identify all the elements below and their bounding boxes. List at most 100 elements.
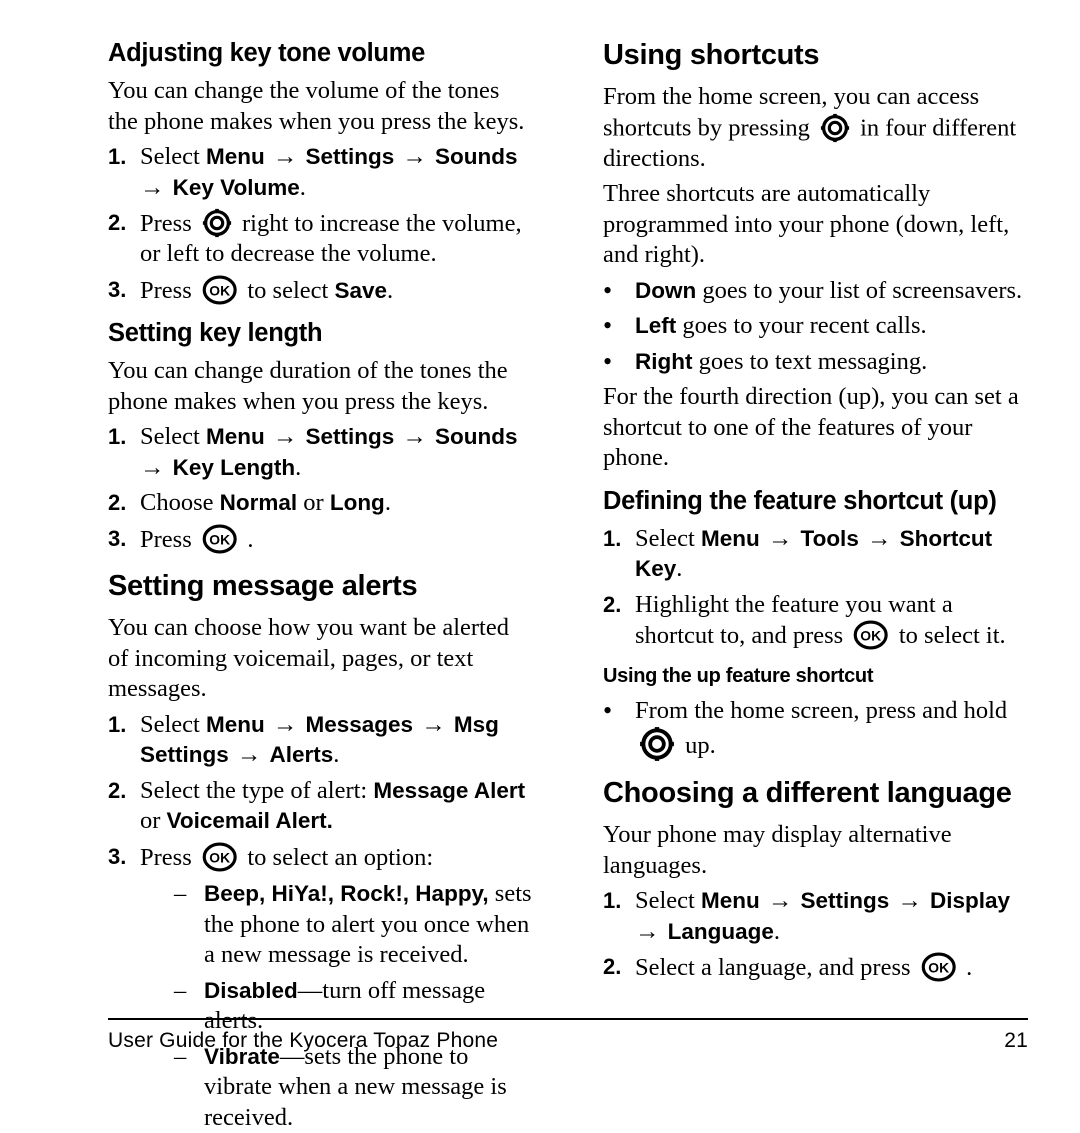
list-marker: 3. <box>108 525 127 551</box>
list-item: 2. Select a language, and press OK . <box>603 952 1028 984</box>
list-item-text: Press right to increase the volume, or l… <box>140 208 522 267</box>
list-item: 2. Choose Normal or Long. <box>108 488 533 519</box>
ok-key-icon: OK <box>853 620 889 650</box>
svg-text:OK: OK <box>928 960 949 976</box>
text-run: . <box>384 489 391 517</box>
emphasized-term: Sounds <box>435 144 518 169</box>
text-run: or <box>297 489 330 517</box>
list-marker: 2. <box>108 210 127 235</box>
list-item: 1. Select Menu → Settings → Display → Lan… <box>603 886 1028 947</box>
paragraph-adjusting-key-tone-volume-intro: You can change the volume of the tones t… <box>108 77 525 135</box>
text-run: . <box>676 555 683 582</box>
arrow-separator: → <box>230 741 268 769</box>
steps-setting-key-length: 1. Select Menu → Settings → Sounds → Key … <box>108 422 533 555</box>
text-run: . <box>387 276 394 304</box>
text-run: goes to your list of screensavers. <box>696 276 1023 304</box>
navigation-key-icon <box>639 726 675 762</box>
emphasized-term: Long <box>329 490 385 516</box>
arrow-separator: → <box>761 887 799 915</box>
footer-page-number: 21 <box>1004 1029 1028 1052</box>
list-marker: 2. <box>108 777 127 803</box>
arrow-separator: → <box>396 423 434 451</box>
text-run: Select a language, and press <box>635 954 917 982</box>
emphasized-term: Tools <box>800 525 859 551</box>
text-run: Select <box>635 887 701 915</box>
text-run: up. <box>679 732 716 760</box>
text-run: Select <box>140 710 206 738</box>
arrow-separator: → <box>860 524 898 552</box>
emphasized-term: Menu <box>701 525 760 551</box>
list-marker: 1. <box>108 424 127 450</box>
list-item-text: Select Menu → Settings → Sounds → Key Vo… <box>140 143 520 201</box>
arrow-separator: → <box>891 887 929 915</box>
emphasized-term: Messages <box>305 711 414 737</box>
heading-using-shortcuts: Using shortcuts <box>603 39 820 71</box>
two-column-body: Adjusting key tone volume You can change… <box>108 38 1028 1131</box>
list-marker: – <box>174 976 187 1004</box>
ok-key-icon: OK <box>202 275 237 305</box>
list-item-text: Highlight the feature you want a shortcu… <box>635 591 1006 650</box>
text-run: Press <box>140 843 198 871</box>
list-item-text: Down goes to your list of screensavers. <box>635 277 1022 304</box>
list-marker: • <box>603 346 613 376</box>
bullets-using-the-up-feature-shortcut: • From the home screen, press and hold up… <box>603 696 1028 763</box>
list-item-text: Press OK to select an option: <box>140 842 434 872</box>
list-marker: 2. <box>603 954 622 980</box>
heading-setting-message-alerts: Setting message alerts <box>108 570 418 603</box>
text-run: . <box>773 917 781 945</box>
arrow-separator: → <box>415 710 452 738</box>
list-item: 1. Select Menu → Messages → Msg Settings … <box>108 710 533 771</box>
text-run: Press <box>140 525 198 553</box>
list-marker: – <box>174 880 187 908</box>
bullets-shortcut-directions: • Down goes to your list of screensavers.… <box>603 276 1028 378</box>
text-run: Choose <box>140 489 220 517</box>
steps-choosing-a-different-language: 1. Select Menu → Settings → Display → Lan… <box>603 886 1028 984</box>
text-run: to select it. <box>892 622 1006 650</box>
emphasized-term: Key Volume <box>172 174 300 200</box>
svg-text:OK: OK <box>861 627 882 643</box>
list-item: 1. Select Menu → Tools → Shortcut Key. <box>603 524 1028 585</box>
manual-page: Adjusting key tone volume You can change… <box>0 0 1080 1131</box>
arrow-separator: → <box>266 143 304 170</box>
list-item-text: Press OK . <box>140 524 254 554</box>
arrow-separator: → <box>396 143 434 170</box>
steps-setting-message-alerts: 1. Select Menu → Messages → Msg Settings … <box>108 710 533 1133</box>
list-marker: • <box>603 311 613 340</box>
text-run: to select an option: <box>241 843 434 871</box>
emphasized-term: Beep, HiYa!, Rock!, Happy, <box>204 881 489 907</box>
list-marker: 1. <box>108 144 127 169</box>
emphasized-term: Disabled <box>204 977 298 1003</box>
list-marker: 1. <box>603 525 622 551</box>
text-run: Three shortcuts are automatically progra… <box>603 180 1010 268</box>
right-column: Using shortcuts From the home screen, yo… <box>603 38 1028 988</box>
emphasized-term: Menu <box>701 888 760 914</box>
footer-title: User Guide for the Kyocera Topaz Phone <box>108 1029 499 1052</box>
emphasized-term: Language <box>667 918 774 944</box>
emphasized-term: Display <box>930 888 1011 914</box>
heading-setting-key-length: Setting key length <box>108 319 323 348</box>
list-marker: 2. <box>108 490 127 516</box>
emphasized-term: Save <box>334 277 388 303</box>
text-run: Press <box>140 209 198 237</box>
paragraphs-using-shortcuts: From the home screen, you can access sho… <box>603 82 1028 271</box>
list-item: – Beep, HiYa!, Rock!, Happy, sets the pho… <box>174 879 533 971</box>
list-item-text: Left goes to your recent calls. <box>635 312 927 339</box>
emphasized-term: Voicemail Alert. <box>166 808 333 834</box>
ok-key-icon: OK <box>202 842 237 872</box>
list-item: 1. Select Menu → Settings → Sounds → Key … <box>108 422 533 483</box>
emphasized-term: Settings <box>800 888 890 914</box>
emphasized-term: Settings <box>305 144 395 169</box>
arrow-separator: → <box>266 710 304 738</box>
list-item-text: Choose Normal or Long. <box>140 489 391 516</box>
footer-rule <box>108 1018 1028 1020</box>
text-run: Select <box>140 423 206 451</box>
ok-key-icon: OK <box>921 952 956 982</box>
text-run: . <box>960 954 973 982</box>
list-item: 3. Press OK to select Save. <box>108 275 533 307</box>
emphasized-term: Key Length <box>172 454 296 480</box>
heading-using-the-up-feature-shortcut: Using the up feature shortcut <box>603 664 874 687</box>
svg-text:OK: OK <box>209 531 230 547</box>
paragraph-setting-key-length-intro: You can change duration of the tones the… <box>108 357 508 415</box>
steps-adjusting-key-tone-volume: 1. Select Menu → Settings → Sounds → Key … <box>108 142 533 306</box>
list-item: 3. Press OK to select an option: – Beep, Hi… <box>108 842 533 1133</box>
